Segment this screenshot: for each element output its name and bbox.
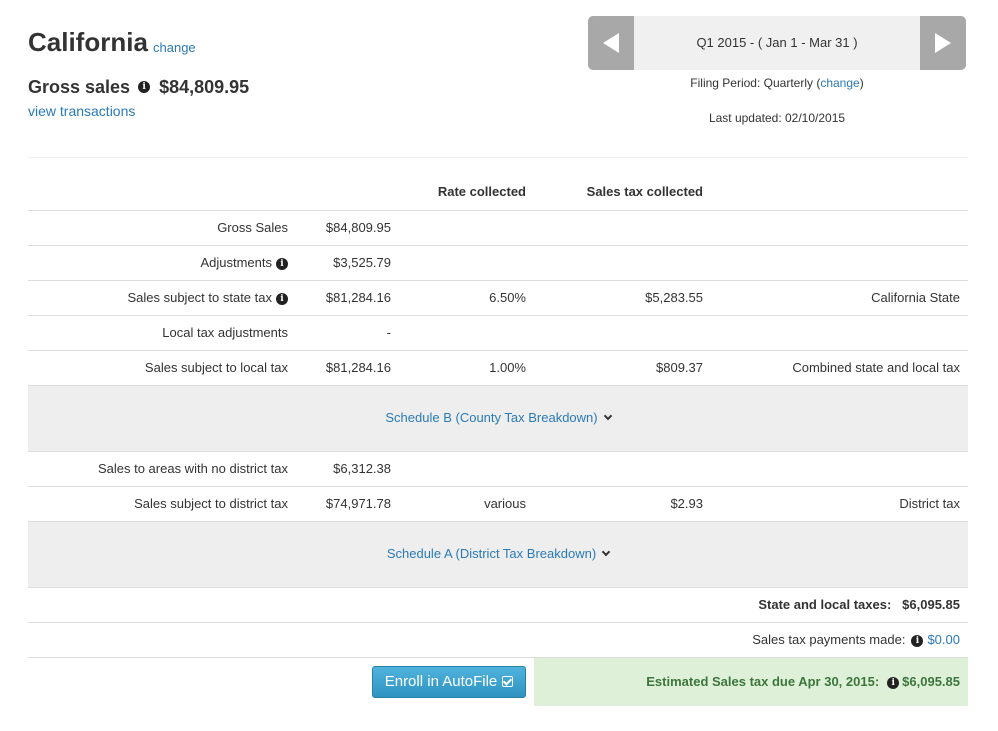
row-jurisdiction: District tax	[899, 496, 960, 511]
row-amount: $81,284.16	[325, 290, 391, 305]
table-row: Sales subject to local tax $81,284.16 1.…	[28, 351, 968, 386]
table-row: Local tax adjustments -	[28, 316, 968, 351]
estimated-due-row: Enroll in AutoFile Estimated Sales tax d…	[28, 658, 968, 706]
enroll-autofile-button[interactable]: Enroll in AutoFile	[372, 666, 526, 698]
previous-period-button[interactable]	[588, 16, 634, 70]
view-transactions-link[interactable]: view transactions	[28, 103, 135, 119]
row-amount: $6,312.38	[333, 461, 391, 476]
chevron-down-icon	[603, 411, 612, 421]
table-row: Sales to areas with no district tax $6,3…	[28, 452, 968, 487]
prev-arrow-icon	[603, 33, 619, 53]
change-filing-period-link[interactable]: change	[820, 76, 859, 90]
sales-tax-table: Rate collected Sales tax collected Gross…	[28, 175, 968, 706]
next-arrow-icon	[935, 33, 951, 53]
period-navigator: Q1 2015 - ( Jan 1 - Mar 31 )	[588, 16, 966, 70]
schedule-b-toggle[interactable]: Schedule B (County Tax Breakdown)	[385, 410, 612, 425]
change-state-link[interactable]: change	[153, 40, 196, 55]
info-icon[interactable]: i	[276, 258, 288, 270]
table-row: Sales subject to district tax $74,971.78…	[28, 487, 968, 522]
chevron-down-icon	[601, 547, 611, 557]
row-tax: $5,283.55	[645, 290, 703, 305]
row-label: Sales subject to local tax	[144, 360, 288, 375]
schedule-b-row: Schedule B (County Tax Breakdown)	[28, 386, 968, 452]
info-icon[interactable]: i	[138, 81, 151, 93]
row-label: Adjustments i	[200, 246, 288, 280]
period-label: Q1 2015 - ( Jan 1 - Mar 31 )	[696, 35, 858, 50]
row-label: Sales subject to state tax i	[127, 281, 288, 315]
gross-sales-label: Gross sales	[28, 77, 131, 97]
state-local-taxes-row: State and local taxes: $6,095.85	[28, 588, 968, 623]
filing-period: Filing Period: Quarterly (change)	[588, 76, 966, 90]
next-period-button[interactable]	[920, 16, 966, 70]
payments-made-link[interactable]: $0.00	[927, 632, 960, 647]
row-label: Sales subject to district tax	[134, 496, 288, 511]
gross-sales-value: $84,809.95	[159, 77, 250, 97]
row-jurisdiction: Combined state and local tax	[792, 360, 960, 375]
table-header-row: Rate collected Sales tax collected	[28, 175, 968, 211]
checkbox-check-icon	[502, 676, 514, 687]
table-row: Adjustments i $3,525.79	[28, 246, 968, 281]
filing-period-text: Filing Period: Quarterly (	[690, 76, 821, 90]
gross-sales-summary: Gross sales i $84,809.95	[28, 77, 249, 98]
row-rate: 6.50%	[489, 290, 526, 305]
row-amount: $81,284.16	[325, 360, 391, 375]
info-icon[interactable]: i	[911, 635, 924, 647]
row-amount: -	[386, 325, 391, 340]
state-local-taxes: State and local taxes: $6,095.85	[758, 597, 960, 612]
info-icon[interactable]: i	[887, 677, 900, 689]
row-label: Gross Sales	[217, 220, 288, 235]
filing-period-suffix: )	[859, 76, 864, 90]
table-row: Gross Sales $84,809.95	[28, 211, 968, 246]
row-rate: 1.00%	[489, 360, 526, 375]
row-amount: $84,809.95	[325, 220, 391, 235]
payments-made: Sales tax payments made: i $0.00	[752, 632, 960, 647]
row-amount: $74,971.78	[325, 496, 391, 511]
schedule-a-row: Schedule A (District Tax Breakdown)	[28, 522, 968, 588]
row-jurisdiction: California State	[871, 290, 960, 305]
row-amount: $3,525.79	[333, 255, 391, 270]
info-icon[interactable]: i	[276, 293, 288, 305]
row-tax: $2.93	[670, 496, 703, 511]
divider	[28, 157, 968, 158]
state-title: California	[28, 27, 148, 57]
row-label: Local tax adjustments	[162, 325, 288, 340]
column-header-rate: Rate collected	[437, 184, 526, 199]
schedule-a-toggle[interactable]: Schedule A (District Tax Breakdown)	[387, 546, 611, 561]
payments-made-row: Sales tax payments made: i $0.00	[28, 623, 968, 658]
row-tax: $809.37	[656, 360, 703, 375]
estimated-tax-due: Estimated Sales tax due Apr 30, 2015: i $6…	[534, 658, 968, 706]
last-updated: Last updated: 02/10/2015	[708, 111, 846, 125]
row-label: Sales to areas with no district tax	[97, 461, 288, 476]
row-rate: various	[484, 496, 526, 511]
column-header-tax: Sales tax collected	[586, 184, 703, 199]
table-row: Sales subject to state tax i $81,284.16 6…	[28, 281, 968, 316]
